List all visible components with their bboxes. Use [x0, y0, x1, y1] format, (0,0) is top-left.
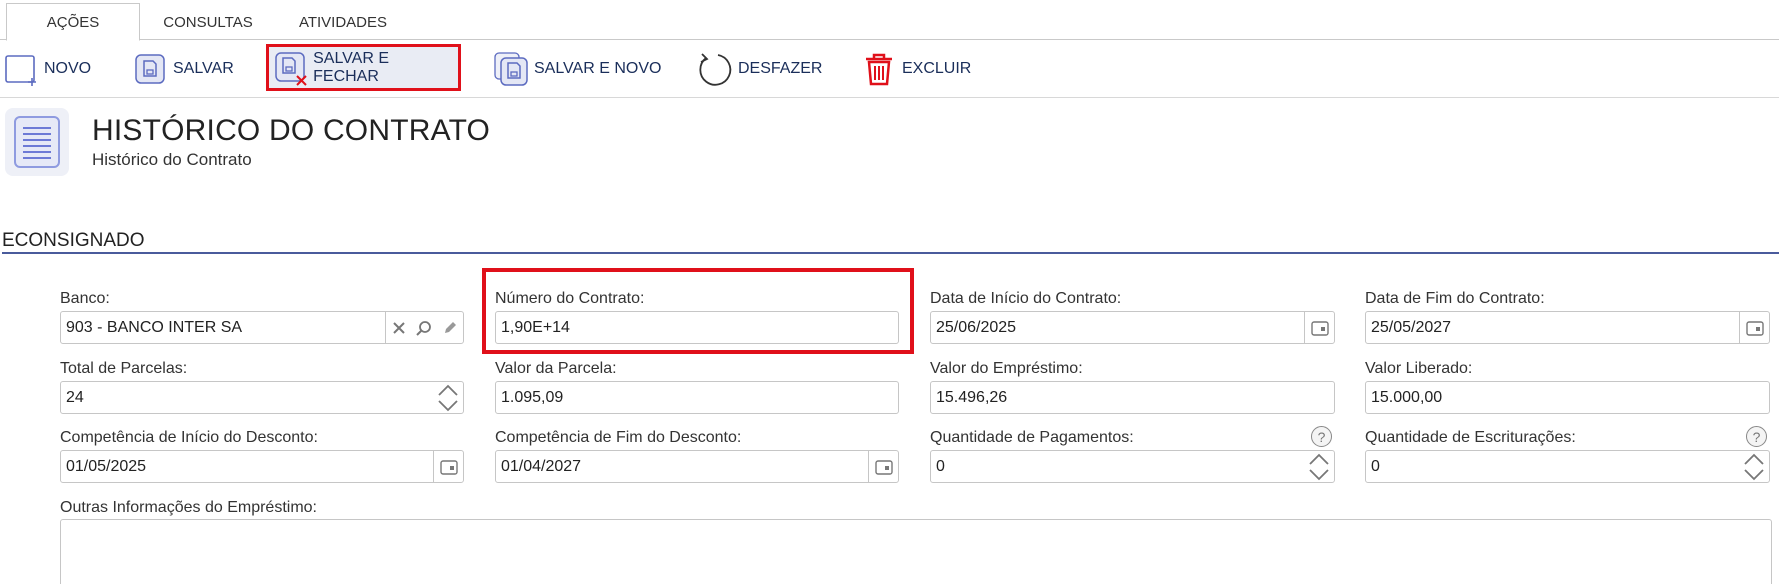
- save-close-icon: [273, 49, 309, 87]
- tab-acoes[interactable]: AÇÕES: [6, 3, 140, 41]
- quantidade-pagamentos-label: Quantidade de Pagamentos:: [930, 429, 1134, 446]
- clear-icon[interactable]: [385, 312, 411, 343]
- valor-parcela-label: Valor da Parcela:: [495, 360, 617, 377]
- calendar-icon[interactable]: [868, 451, 898, 482]
- action-toolbar: NOVO SALVAR SALVAR E FECHAR SALVAR E NOV…: [0, 41, 1779, 98]
- banco-label: Banco:: [60, 290, 110, 307]
- quantidade-escrituracoes-input[interactable]: 0: [1365, 450, 1770, 483]
- competencia-fim-label: Competência de Fim do Desconto:: [495, 429, 742, 446]
- save-button[interactable]: SALVAR: [131, 47, 234, 91]
- data-inicio-label: Data de Início do Contrato:: [930, 290, 1122, 307]
- quantidade-pagamentos-input[interactable]: 0: [930, 450, 1335, 483]
- save-and-new-label: SALVAR E NOVO: [534, 60, 662, 77]
- highlight-box: [482, 268, 914, 354]
- data-inicio-input[interactable]: 25/06/2025: [930, 311, 1335, 344]
- field-quantidade-escrituracoes: Quantidade de Escriturações: ? 0: [1365, 426, 1770, 483]
- valor-liberado-value: 15.000,00: [1371, 389, 1443, 406]
- edit-pencil-icon[interactable]: [437, 312, 463, 343]
- field-valor-parcela: Valor da Parcela: 1.095,09: [495, 359, 899, 414]
- save-icon: [131, 50, 169, 88]
- quantidade-pagamentos-value: 0: [936, 458, 945, 475]
- page-title: HISTÓRICO DO CONTRATO: [92, 114, 491, 147]
- competencia-inicio-input[interactable]: 01/05/2025: [60, 450, 464, 483]
- new-document-icon: [2, 50, 40, 88]
- save-and-close-label: SALVAR E FECHAR: [313, 49, 390, 85]
- competencia-inicio-label: Competência de Início do Desconto:: [60, 429, 318, 446]
- undo-button-label: DESFAZER: [738, 60, 823, 77]
- competencia-fim-value: 01/04/2027: [501, 458, 582, 475]
- valor-emprestimo-input[interactable]: 15.496,26: [930, 381, 1335, 414]
- search-icon[interactable]: [411, 312, 437, 343]
- field-outras-informacoes: Outras Informações do Empréstimo:: [60, 498, 660, 520]
- field-valor-liberado: Valor Liberado: 15.000,00: [1365, 359, 1770, 414]
- save-new-icon: [492, 50, 530, 88]
- total-parcelas-value: 24: [66, 389, 84, 406]
- competencia-inicio-value: 01/05/2025: [66, 458, 147, 475]
- help-icon[interactable]: ?: [1311, 426, 1332, 447]
- document-list-icon: [5, 108, 69, 176]
- tab-atividades[interactable]: ATIVIDADES: [280, 3, 406, 41]
- field-total-parcelas: Total de Parcelas: 24: [60, 359, 464, 414]
- data-inicio-value: 25/06/2025: [936, 319, 1017, 336]
- delete-button[interactable]: EXCLUIR: [860, 47, 971, 91]
- undo-button[interactable]: DESFAZER: [696, 47, 822, 91]
- save-and-close-button[interactable]: SALVAR E FECHAR: [266, 44, 461, 91]
- number-stepper[interactable]: [433, 382, 463, 413]
- outras-informacoes-label: Outras Informações do Empréstimo:: [60, 499, 317, 516]
- quantidade-escrituracoes-value: 0: [1371, 458, 1380, 475]
- valor-parcela-value: 1.095,09: [501, 389, 564, 406]
- number-stepper[interactable]: [1739, 451, 1769, 482]
- valor-liberado-input[interactable]: 15.000,00: [1365, 381, 1770, 414]
- field-data-inicio: Data de Início do Contrato: 25/06/2025: [930, 289, 1335, 344]
- data-fim-input[interactable]: 25/05/2027: [1365, 311, 1770, 344]
- section-divider: [2, 252, 1779, 254]
- field-data-fim: Data de Fim do Contrato: 25/05/2027: [1365, 289, 1770, 344]
- field-banco: Banco: 903 - BANCO INTER SA: [60, 289, 464, 344]
- calendar-icon[interactable]: [1739, 312, 1769, 343]
- help-icon[interactable]: ?: [1746, 426, 1767, 447]
- outras-informacoes-textarea[interactable]: [60, 519, 1772, 584]
- valor-liberado-label: Valor Liberado:: [1365, 360, 1473, 377]
- trash-icon: [860, 50, 898, 88]
- save-and-new-button[interactable]: SALVAR E NOVO: [492, 47, 661, 91]
- delete-button-label: EXCLUIR: [902, 60, 972, 77]
- tab-consultas[interactable]: CONSULTAS: [150, 3, 266, 41]
- data-fim-label: Data de Fim do Contrato:: [1365, 290, 1545, 307]
- competencia-fim-input[interactable]: 01/04/2027: [495, 450, 899, 483]
- field-competencia-inicio: Competência de Início do Desconto: 01/05…: [60, 428, 464, 483]
- data-fim-value: 25/05/2027: [1371, 319, 1452, 336]
- valor-emprestimo-label: Valor do Empréstimo:: [930, 360, 1083, 377]
- new-button[interactable]: NOVO: [2, 47, 91, 91]
- field-valor-emprestimo: Valor do Empréstimo: 15.496,26: [930, 359, 1335, 414]
- calendar-icon[interactable]: [1304, 312, 1334, 343]
- field-competencia-fim: Competência de Fim do Desconto: 01/04/20…: [495, 428, 899, 483]
- calendar-icon[interactable]: [433, 451, 463, 482]
- tab-bar: AÇÕES CONSULTAS ATIVIDADES: [0, 0, 1779, 41]
- new-button-label: NOVO: [44, 60, 92, 77]
- field-quantidade-pagamentos: Quantidade de Pagamentos: ? 0: [930, 426, 1335, 483]
- quantidade-escrituracoes-label: Quantidade de Escriturações:: [1365, 429, 1576, 446]
- valor-emprestimo-value: 15.496,26: [936, 389, 1008, 406]
- number-stepper[interactable]: [1304, 451, 1334, 482]
- section-title: ECONSIGNADO: [2, 230, 145, 251]
- total-parcelas-input[interactable]: 24: [60, 381, 464, 414]
- banco-input[interactable]: 903 - BANCO INTER SA: [60, 311, 464, 344]
- total-parcelas-label: Total de Parcelas:: [60, 360, 188, 377]
- page-subtitle: Histórico do Contrato: [92, 150, 252, 169]
- save-button-label: SALVAR: [173, 60, 234, 77]
- undo-icon: [696, 50, 734, 88]
- banco-value: 903 - BANCO INTER SA: [66, 319, 243, 336]
- valor-parcela-input[interactable]: 1.095,09: [495, 381, 899, 414]
